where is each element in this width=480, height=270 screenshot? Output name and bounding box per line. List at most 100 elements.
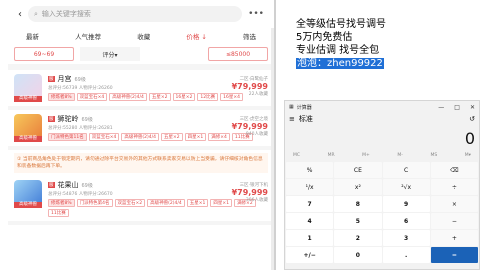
- key-negate[interactable]: +/−: [286, 247, 334, 263]
- left-margin: [0, 0, 8, 270]
- tag: 满修×4: [208, 133, 230, 141]
- memory-button[interactable]: M-: [397, 153, 403, 161]
- memory-button[interactable]: MC: [293, 153, 300, 161]
- avatar-badge: 高级神兽: [14, 96, 42, 102]
- tag: 双蓝宝石×2: [114, 199, 146, 207]
- key-4[interactable]: 4: [286, 213, 334, 229]
- calculator-window: ▦ 计算器 — □ ✕ ≡ 标准 ↺ 0 MC MR M+ M- MS M▾ %…: [284, 100, 480, 270]
- search-input[interactable]: ⌕ 输入关键字搜索: [28, 6, 243, 22]
- tab-popular[interactable]: 人气推荐: [75, 31, 101, 41]
- tag: 四星×1: [210, 199, 233, 207]
- tag: 修炼者8%: [48, 199, 75, 207]
- listing-price: ¥79,999: [231, 122, 268, 131]
- maximize-icon[interactable]: □: [454, 104, 460, 111]
- more-icon[interactable]: •••: [248, 9, 264, 19]
- sort-dropdown[interactable]: 评分▾: [80, 47, 140, 61]
- tag: 双蓝宝石×4: [76, 93, 108, 101]
- memory-button[interactable]: M+: [362, 153, 370, 161]
- tab-latest[interactable]: 最新: [26, 31, 39, 41]
- tag: 五星×1: [186, 199, 209, 207]
- menu-icon[interactable]: ≡: [289, 115, 295, 123]
- key-0[interactable]: 0: [334, 247, 382, 263]
- tag: 五星×2: [148, 93, 171, 101]
- listing-level: 69级: [81, 182, 93, 189]
- memory-button[interactable]: MR: [328, 153, 335, 161]
- key-subtract[interactable]: −: [430, 213, 478, 229]
- warning-notice: ① 当前商品角色处于锁定期内，请勿通过除平台交易外的其他方式联系卖家交易以防上当…: [14, 153, 268, 173]
- key-decimal[interactable]: .: [382, 247, 430, 263]
- listing-name: 狮驼岭: [57, 115, 79, 123]
- close-icon[interactable]: ✕: [470, 104, 475, 111]
- tag: 五星×2: [161, 133, 183, 141]
- tab-price[interactable]: 价格 ↓: [186, 31, 207, 41]
- search-placeholder: 输入关键字搜索: [41, 10, 91, 18]
- key-5[interactable]: 5: [334, 213, 382, 229]
- calculator-mode: 标准: [298, 115, 313, 123]
- memory-row: MC MR M+ M- MS M▾: [285, 153, 479, 161]
- calculator-icon: ▦: [289, 104, 294, 110]
- listing-level: 69级: [74, 76, 86, 83]
- key-6[interactable]: 6: [382, 213, 430, 229]
- server-badge: 服: [48, 182, 55, 188]
- avatar: 高级神兽: [14, 114, 42, 142]
- tag: 高级神兽(2)4/4: [109, 93, 147, 101]
- history-icon[interactable]: ↺: [469, 115, 475, 123]
- calculator-title: 计算器: [296, 104, 312, 111]
- key-backspace[interactable]: ⌫: [430, 162, 478, 178]
- listing-collect-count: 306人收藏: [245, 198, 268, 203]
- key-clear-entry[interactable]: CE: [334, 162, 382, 178]
- calculator-display: 0: [464, 129, 475, 148]
- minimize-icon[interactable]: —: [438, 104, 444, 111]
- key-equals[interactable]: =: [430, 247, 478, 263]
- filter-row: 69~69 评分▾ ≤85000: [8, 44, 274, 64]
- key-add[interactable]: +: [430, 230, 478, 246]
- calculator-keypad: % CE C ⌫ ¹/x x² ²√x ÷ 7 8 9 × 4 5 6 − 1 …: [285, 161, 479, 264]
- key-2[interactable]: 2: [334, 230, 382, 246]
- price-max-filter[interactable]: ≤85000: [208, 47, 268, 61]
- key-multiply[interactable]: ×: [430, 196, 478, 212]
- tab-bar: 最新 人气推荐 收藏 价格 ↓ 筛选: [8, 28, 274, 44]
- tag: 11比赛: [48, 209, 69, 217]
- tag: 双蓝宝石×4: [88, 133, 120, 141]
- memory-button[interactable]: M▾: [465, 153, 471, 161]
- tab-filter[interactable]: 筛选: [243, 31, 256, 41]
- listing-level: 69级: [81, 116, 93, 123]
- tab-favorites[interactable]: 收藏: [137, 31, 150, 41]
- ad-line: 5万内免费估: [296, 32, 353, 43]
- server-badge: 服: [48, 116, 55, 122]
- listing-name: 月宫: [57, 75, 72, 83]
- calculator-titlebar: ▦ 计算器 — □ ✕: [285, 101, 479, 113]
- listing-price: ¥79,999: [231, 188, 268, 197]
- key-percent[interactable]: %: [286, 162, 334, 178]
- key-1[interactable]: 1: [286, 230, 334, 246]
- mobile-app-panel: ‹ ⌕ 输入关键字搜索 ••• 最新 人气推荐 收藏 价格 ↓ 筛选 69~69…: [8, 0, 274, 270]
- ad-line: 全等级估号找号调号: [296, 19, 386, 30]
- key-8[interactable]: 8: [334, 196, 382, 212]
- price-min-filter[interactable]: 69~69: [14, 47, 74, 61]
- key-clear[interactable]: C: [382, 162, 430, 178]
- key-reciprocal[interactable]: ¹/x: [286, 179, 334, 195]
- tag: 高级神兽(2)4/4: [121, 133, 159, 141]
- calculator-mode-bar: ≡ 标准 ↺: [285, 113, 479, 125]
- tag: 修炼者8%: [48, 93, 75, 101]
- key-divide[interactable]: ÷: [430, 179, 478, 195]
- listing-card[interactable]: 高级神兽 服月宫 69级 总评分:56739 人物评分:26260 修炼者8% 双…: [8, 70, 274, 110]
- listing-card[interactable]: 高级神兽 服花果山 69级 总评分:54876 人物评分:26670 修炼者8% …: [8, 176, 274, 225]
- avatar-badge: 高级神兽: [14, 136, 42, 142]
- key-sqrt[interactable]: ²√x: [382, 179, 430, 195]
- key-square[interactable]: x²: [334, 179, 382, 195]
- listing-collect-count: 940人收藏: [245, 132, 268, 137]
- chevron-left-icon[interactable]: ‹: [18, 9, 22, 20]
- key-3[interactable]: 3: [382, 230, 430, 246]
- listing-card[interactable]: 高级神兽 服狮驼岭 69级 总评分:55280 人物评分:26281 门派特色第1…: [8, 110, 274, 150]
- listing-price: ¥79,999: [231, 82, 268, 91]
- listing-collect-count: 22人收藏: [248, 92, 268, 97]
- tag: 16星×2: [172, 93, 196, 101]
- tag: 门派特色第11名: [48, 133, 87, 141]
- key-9[interactable]: 9: [382, 196, 430, 212]
- key-7[interactable]: 7: [286, 196, 334, 212]
- memory-button[interactable]: MS: [430, 153, 437, 161]
- ad-contact: 泡泡：zhen99922: [296, 58, 384, 69]
- tag: 12比赛: [197, 93, 219, 101]
- avatar: 高级神兽: [14, 74, 42, 102]
